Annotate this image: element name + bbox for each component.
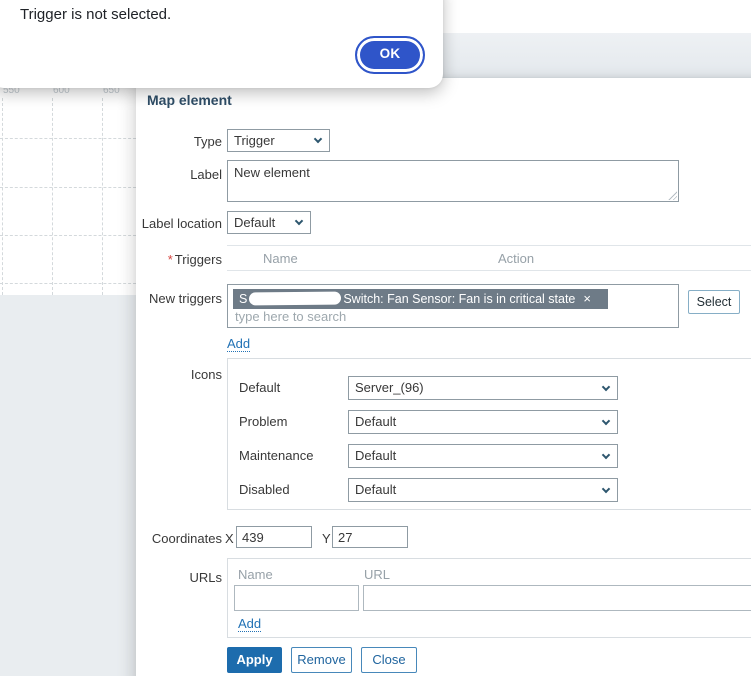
icons-fieldset: Default Server_(96) Problem Default Main… (227, 358, 751, 510)
chevron-down-icon (601, 484, 611, 494)
chip-prefix: S (239, 292, 248, 306)
icon-default-value: Server_(96) (355, 380, 424, 395)
add-trigger-link[interactable]: Add (227, 336, 251, 352)
url-url-input[interactable] (363, 585, 751, 611)
label-label: Label (190, 167, 222, 182)
triggers-column-action: Action (498, 251, 535, 266)
chevron-down-icon (601, 450, 611, 460)
map-gridline-vertical (2, 98, 3, 295)
redacted-hostname (249, 291, 342, 306)
add-url-link[interactable]: Add (238, 616, 262, 632)
icon-disabled-select[interactable]: Default (348, 478, 618, 502)
urls-label: URLs (189, 570, 222, 585)
coordinates-label: Coordinates (151, 531, 222, 546)
icon-default-select[interactable]: Server_(96) (348, 376, 618, 400)
icon-problem-value: Default (355, 414, 397, 429)
map-gridline-horizontal (0, 283, 136, 284)
type-label: Type (193, 134, 222, 149)
chevron-down-icon (601, 382, 611, 392)
icon-maintenance-select[interactable]: Default (348, 444, 618, 468)
coordinate-y-label: Y (322, 531, 331, 546)
triggers-label: * Triggers (167, 252, 222, 267)
icon-problem-label: Problem (239, 414, 288, 429)
trigger-chip[interactable]: S Switch: Fan Sensor: Fan is in critical … (233, 289, 608, 309)
map-gridline-horizontal (0, 138, 136, 139)
alert-message: Trigger is not selected. (20, 6, 172, 23)
type-select[interactable]: Trigger (227, 129, 330, 152)
new-triggers-multiselect[interactable]: S Switch: Fan Sensor: Fan is in critical … (227, 284, 679, 328)
icon-maintenance-label: Maintenance (239, 448, 314, 463)
map-gridline-vertical (52, 98, 53, 295)
multiselect-placeholder: type here to search (235, 309, 347, 324)
browser-alert-dialog: Trigger is not selected. OK (0, 0, 443, 88)
coordinate-y-input[interactable] (332, 526, 408, 548)
coordinate-x-label: X (225, 531, 234, 546)
ok-button[interactable]: OK (355, 36, 425, 74)
icon-maintenance-value: Default (355, 448, 397, 463)
url-name-input[interactable] (234, 585, 359, 611)
chevron-down-icon (294, 216, 304, 226)
label-location-value: Default (234, 215, 276, 230)
triggers-table-header: Name Action (227, 245, 751, 271)
urls-column-name: Name (238, 567, 273, 582)
dialog-title: Map element (147, 92, 232, 108)
remove-button[interactable]: Remove (291, 647, 352, 673)
chip-remove-icon[interactable]: × (583, 291, 591, 306)
icon-disabled-value: Default (355, 482, 397, 497)
map-gridline-vertical (102, 98, 103, 295)
new-triggers-label: New triggers (149, 291, 222, 306)
coordinate-x-input[interactable] (236, 526, 312, 548)
icon-problem-select[interactable]: Default (348, 410, 618, 434)
type-select-value: Trigger (234, 133, 275, 148)
label-location-select[interactable]: Default (227, 211, 311, 234)
urls-fieldset: Name URL Add (227, 558, 751, 638)
icon-disabled-label: Disabled (239, 482, 290, 497)
close-button[interactable]: Close (361, 647, 417, 673)
label-textarea[interactable]: New element (227, 160, 679, 202)
select-button[interactable]: Select (688, 290, 740, 314)
map-element-dialog: Map element Type Trigger Label New eleme… (136, 78, 751, 676)
page: 550 600 650 Map element Type Trigger Lab… (0, 0, 751, 676)
chip-text: Switch: Fan Sensor: Fan is in critical s… (343, 292, 576, 306)
icon-default-label: Default (239, 380, 281, 395)
chevron-down-icon (313, 134, 323, 144)
required-asterisk: * (167, 252, 173, 267)
map-gridline-horizontal (0, 187, 136, 188)
urls-column-url: URL (364, 567, 391, 582)
apply-button[interactable]: Apply (227, 647, 282, 673)
map-canvas: 550 600 650 (0, 78, 136, 295)
triggers-column-name: Name (263, 251, 298, 266)
map-gridline-horizontal (0, 235, 136, 236)
chevron-down-icon (601, 416, 611, 426)
icons-label: Icons (190, 367, 222, 382)
label-location-label: Label location (141, 216, 222, 231)
dimmed-background (0, 295, 136, 676)
